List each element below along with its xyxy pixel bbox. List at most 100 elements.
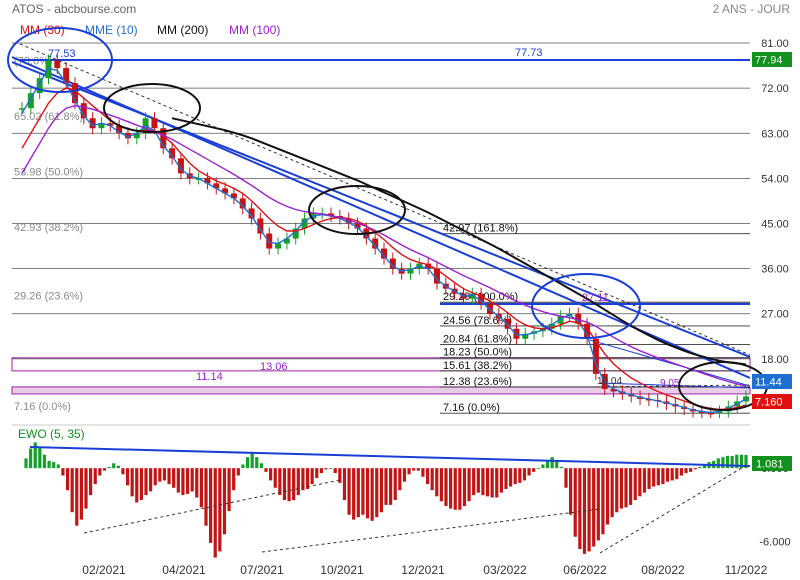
ewo-bar bbox=[153, 468, 157, 486]
ewo-bar bbox=[670, 468, 674, 481]
fib-right-label: 18.23 (50.0%) bbox=[443, 347, 512, 359]
ewo-bar bbox=[578, 468, 582, 549]
ewo-bar bbox=[610, 468, 614, 518]
ewo-bar bbox=[573, 468, 577, 537]
ewo-bar bbox=[185, 468, 190, 494]
ewo-bar bbox=[102, 468, 107, 471]
ewo-bar bbox=[47, 460, 51, 469]
ewo-bar bbox=[282, 468, 287, 500]
fib-left-label: 42.93 (38.2%) bbox=[14, 222, 83, 234]
ewo-bar bbox=[407, 468, 411, 475]
ewo-bar bbox=[112, 463, 116, 469]
ewo-bar bbox=[402, 468, 407, 482]
ewo-bar bbox=[232, 468, 236, 491]
ewo-bar bbox=[255, 457, 259, 469]
ewo-bar bbox=[116, 465, 120, 469]
annotation-label: 11.14 bbox=[196, 371, 223, 383]
ewo-bar bbox=[89, 468, 93, 496]
ewo-bar bbox=[679, 468, 683, 476]
ewo-bar bbox=[356, 468, 360, 518]
ewo-bar bbox=[361, 468, 365, 515]
ewo-bar bbox=[629, 468, 633, 505]
chart-period: 2 ANS - JOUR bbox=[713, 2, 791, 16]
ewo-bar bbox=[536, 468, 540, 469]
ewo-bar bbox=[393, 468, 397, 500]
date-tick-label: 10/2021 bbox=[320, 563, 364, 577]
price-badge-label: 7.160 bbox=[755, 397, 783, 409]
fib-right-label: 15.61 (38.2%) bbox=[443, 360, 512, 372]
ewo-bar bbox=[24, 458, 28, 469]
ewo-bar bbox=[324, 468, 328, 470]
ewo-bar bbox=[495, 468, 499, 498]
ewo-bar bbox=[615, 468, 619, 513]
ewo-bar bbox=[61, 468, 65, 476]
ewo-bar bbox=[370, 468, 374, 521]
ewo-title: EWO (5, 35) bbox=[18, 427, 85, 441]
annotation-label: 9.05 bbox=[660, 378, 680, 389]
ewo-bar bbox=[158, 468, 162, 482]
date-tick-label: 07/2021 bbox=[240, 563, 284, 577]
ewo-bar bbox=[278, 468, 282, 496]
ewo-bar bbox=[79, 468, 83, 520]
ewo-bar bbox=[472, 468, 476, 496]
ewo-bar bbox=[139, 468, 143, 500]
ewo-bar bbox=[84, 468, 88, 509]
ewo-bar bbox=[162, 468, 167, 481]
price-tick-label: 45.00 bbox=[761, 218, 789, 230]
ewo-bar bbox=[301, 468, 305, 491]
ewo-bar bbox=[444, 468, 448, 507]
ewo-bar bbox=[509, 468, 513, 487]
ewo-bar bbox=[181, 468, 185, 496]
ewo-bar bbox=[592, 468, 596, 547]
ewo-bar bbox=[490, 468, 494, 498]
price-tick-label: 27.00 bbox=[761, 309, 789, 321]
ewo-bar bbox=[56, 464, 60, 469]
ewo-bar bbox=[172, 468, 176, 488]
ewo-bar bbox=[329, 468, 333, 469]
ewo-bar bbox=[292, 468, 296, 500]
ewo-bar bbox=[70, 468, 74, 513]
ewo-bar bbox=[449, 468, 453, 509]
date-tick-label: 02/2021 bbox=[82, 563, 126, 577]
ewo-bar bbox=[310, 468, 314, 485]
ewo-bar bbox=[107, 466, 111, 469]
ewo-bar bbox=[453, 468, 457, 510]
ewo-bar bbox=[264, 468, 268, 472]
fib-left-label: 7.16 (0.0%) bbox=[14, 401, 71, 413]
ewo-bar bbox=[698, 466, 702, 469]
fib-right-label: 42.97 (161.8%) bbox=[443, 223, 518, 235]
ewo-bar bbox=[564, 468, 568, 488]
candle-body bbox=[513, 328, 520, 339]
price-badge-label: 77.94 bbox=[755, 55, 783, 67]
fib-right-label: 20.84 (61.8%) bbox=[443, 334, 512, 346]
annotation-label: 13.06 bbox=[260, 361, 288, 373]
ewo-bar bbox=[689, 468, 693, 472]
ewo-bar bbox=[462, 468, 467, 507]
legend-item-3: MM (100) bbox=[229, 23, 280, 37]
candle-body bbox=[151, 118, 158, 129]
ewo-bar bbox=[596, 468, 600, 541]
ewo-bar bbox=[716, 458, 720, 469]
ewo-bar bbox=[241, 464, 245, 469]
price-tick-label: 36.00 bbox=[761, 264, 789, 276]
ewo-bar bbox=[647, 468, 651, 489]
chart-title: ATOS - abcbourse.com bbox=[12, 2, 136, 16]
ewo-bar bbox=[467, 468, 471, 502]
ewo-bar bbox=[435, 468, 439, 497]
ewo-bar bbox=[273, 468, 277, 488]
ewo-bar bbox=[545, 460, 550, 469]
ewo-badge-label: 1.081 bbox=[756, 459, 784, 471]
ewo-bar bbox=[518, 468, 522, 483]
price-tick-label: 54.00 bbox=[761, 173, 789, 185]
ewo-bar bbox=[605, 468, 610, 525]
ewo-bar bbox=[342, 468, 347, 500]
ewo-bar bbox=[130, 468, 134, 497]
ewo-bar bbox=[481, 468, 485, 496]
candle-body bbox=[275, 243, 282, 249]
ewo-bar bbox=[125, 468, 130, 486]
highlight-zone bbox=[11, 386, 751, 395]
ewo-bar bbox=[199, 468, 203, 508]
ewo-bar bbox=[52, 462, 56, 469]
ewo-bar bbox=[624, 468, 628, 508]
ewo-bar bbox=[661, 468, 665, 485]
